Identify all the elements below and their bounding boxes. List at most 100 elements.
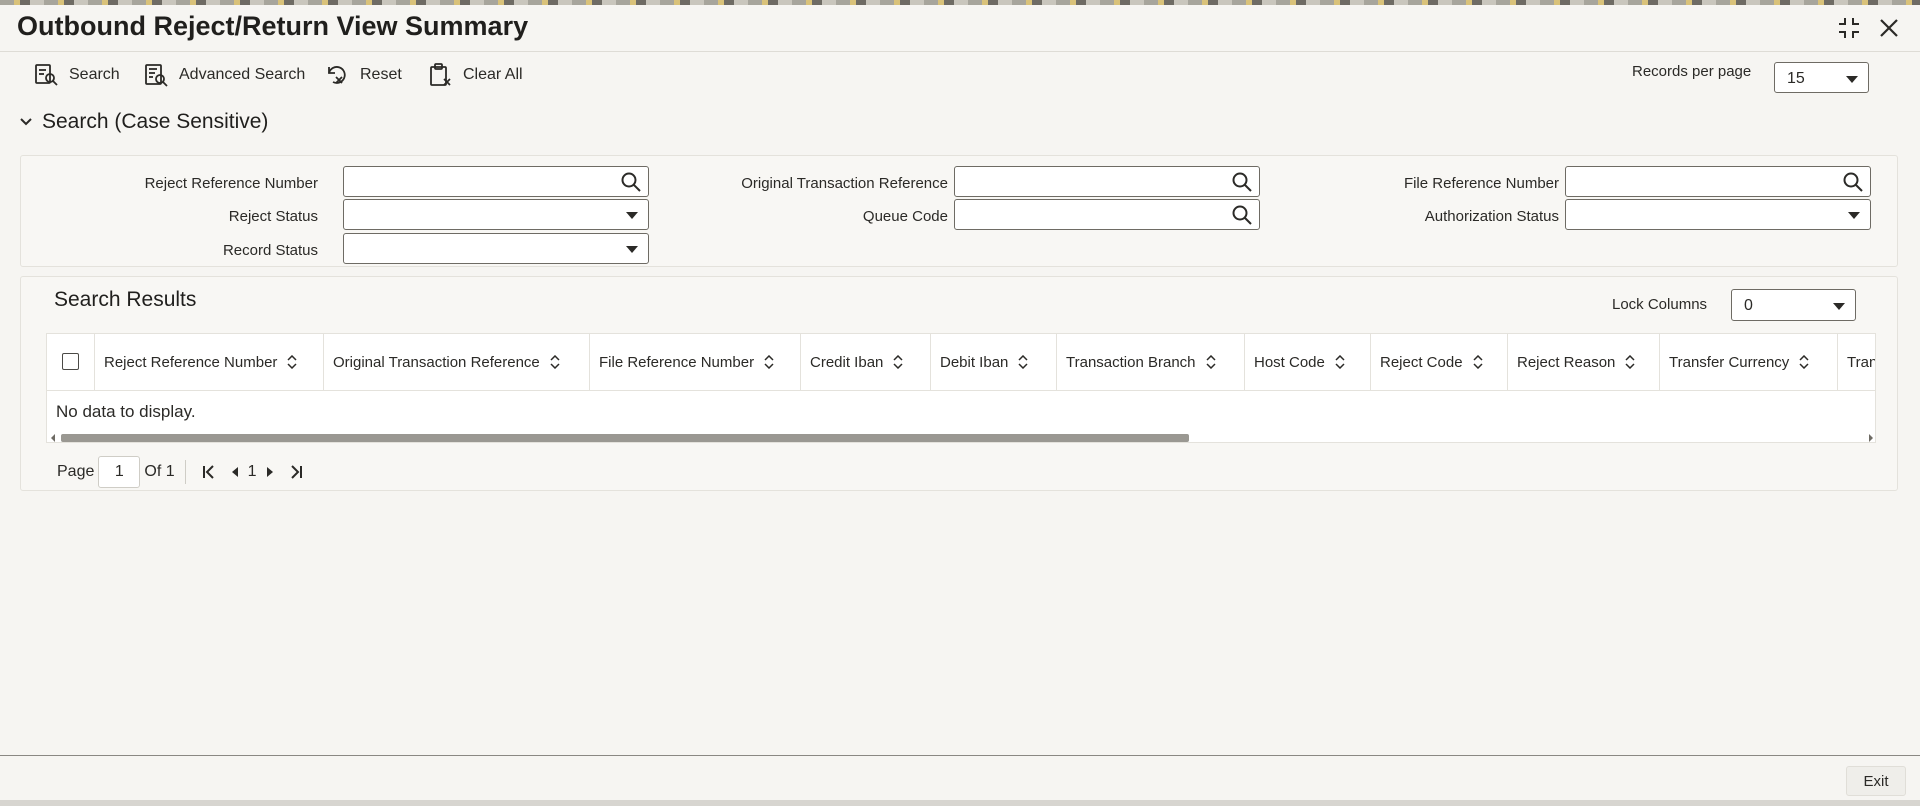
column-header-label: Reject Reference Number [104,353,278,371]
column-header-reject-code[interactable]: Reject Code [1371,334,1508,390]
footer: Exit [0,755,1920,801]
bottom-bar [0,800,1920,806]
file-reference-number-field[interactable] [1565,166,1871,197]
column-header-label: File Reference Number [599,353,755,371]
record-status-label: Record Status [222,242,318,259]
page-number[interactable]: 1 [248,463,257,481]
column-header-original-transaction-reference[interactable]: Original Transaction Reference [324,334,590,390]
chevron-down-icon [20,118,32,126]
reject-reference-number-field[interactable] [343,166,649,197]
collapse-arrows-icon[interactable] [1836,15,1862,41]
column-header-label: Debit Iban [940,353,1009,371]
pagination: Page 1 Of 1 1 [57,456,309,488]
chevron-down-icon [626,246,638,253]
column-header-label: Reject Reason [1517,353,1616,371]
search-list-icon [33,62,59,88]
sort-icon[interactable] [893,355,903,369]
sort-icon[interactable] [1205,355,1216,369]
reject-status-select[interactable] [343,199,649,230]
scroll-right-arrow-icon[interactable] [1869,434,1873,442]
first-page-icon[interactable] [200,463,218,481]
sort-icon[interactable] [550,355,560,369]
search-criteria-panel: Reject Reference Number Original Transac… [20,155,1898,267]
column-header-label: Credit Iban [810,353,884,371]
advanced-search-button[interactable]: Advanced Search [143,62,305,88]
close-icon[interactable] [1876,15,1902,41]
column-header-reject-reference-number[interactable]: Reject Reference Number [95,334,324,390]
search-icon[interactable] [620,171,642,193]
last-page-icon[interactable] [287,463,305,481]
column-header-transfer-currency[interactable]: Transfer Currency [1660,334,1838,390]
original-transaction-reference-label: Original Transaction Reference [741,175,948,192]
page-label: Page [57,463,95,480]
original-transaction-reference-field[interactable] [954,166,1260,197]
empty-table-message: No data to display. [56,402,196,421]
search-button[interactable]: Search [33,62,120,88]
chevron-down-icon [626,212,638,219]
page-title: Outbound Reject/Return View Summary [17,11,529,41]
select-all-cell [47,334,95,390]
reset-button[interactable]: Reset [324,62,402,88]
chevron-down-icon [1848,212,1860,219]
sort-icon[interactable] [1625,355,1635,369]
records-per-page-value: 15 [1787,70,1805,87]
search-icon[interactable] [1842,171,1864,193]
record-status-select[interactable] [343,233,649,264]
sort-icon[interactable] [1018,355,1028,369]
sort-icon[interactable] [1799,355,1809,369]
queue-code-label: Queue Code [862,208,948,225]
search-section-toggle[interactable]: Search (Case Sensitive) [20,110,268,134]
select-all-checkbox[interactable] [62,353,79,370]
pager-divider [184,460,186,484]
lock-columns-select[interactable]: 0 [1731,289,1856,321]
next-page-icon[interactable] [261,463,279,481]
sort-icon[interactable] [287,355,297,369]
search-icon[interactable] [1231,204,1253,226]
reset-button-label: Reset [360,66,402,83]
records-per-page-label: Records per page [1632,63,1752,80]
reject-status-label: Reject Status [228,208,318,225]
page-of-label: Of 1 [144,463,175,480]
search-section-title: Search (Case Sensitive) [42,110,269,133]
previous-page-icon[interactable] [226,463,244,481]
title-bar: Outbound Reject/Return View Summary [0,5,1920,52]
column-header-label: Tran [1847,353,1876,371]
advanced-search-icon [143,62,169,88]
records-per-page-select[interactable]: 15 [1774,62,1869,93]
lock-columns-value: 0 [1744,297,1753,314]
current-page-input[interactable]: 1 [98,456,141,488]
column-header-truncated[interactable]: Tran [1838,334,1876,390]
column-header-reject-reason[interactable]: Reject Reason [1508,334,1660,390]
sort-icon[interactable] [1473,355,1483,369]
search-button-label: Search [69,66,120,83]
table-header-row: Reject Reference Number Original Transac… [47,334,1876,391]
column-header-file-reference-number[interactable]: File Reference Number [590,334,801,390]
column-header-host-code[interactable]: Host Code [1245,334,1371,390]
scrollbar-thumb[interactable] [61,434,1189,442]
clear-all-button[interactable]: Clear All [427,62,523,88]
sort-icon[interactable] [1335,355,1345,369]
clipboard-clear-icon [427,62,453,88]
column-header-label: Host Code [1254,353,1325,371]
horizontal-scrollbar[interactable] [47,430,1875,442]
advanced-search-button-label: Advanced Search [179,66,306,83]
column-header-credit-iban[interactable]: Credit Iban [801,334,931,390]
exit-button[interactable]: Exit [1846,766,1906,796]
authorization-status-select[interactable] [1565,199,1871,230]
clear-all-button-label: Clear All [463,66,523,83]
column-header-label: Reject Code [1380,353,1463,371]
reset-icon [324,62,350,88]
file-reference-number-label: File Reference Number [1403,175,1559,192]
chevron-down-icon [1846,76,1858,83]
column-header-debit-iban[interactable]: Debit Iban [931,334,1057,390]
reject-reference-number-label: Reject Reference Number [144,175,318,192]
current-page-value: 1 [114,463,124,480]
search-icon[interactable] [1231,171,1253,193]
column-header-transaction-branch[interactable]: Transaction Branch [1057,334,1245,390]
scroll-left-arrow-icon[interactable] [51,434,55,442]
authorization-status-label: Authorization Status [1424,208,1559,225]
results-table: Reject Reference Number Original Transac… [46,333,1876,443]
window-controls [1836,15,1902,41]
sort-icon[interactable] [764,355,774,369]
queue-code-field[interactable] [954,199,1260,230]
